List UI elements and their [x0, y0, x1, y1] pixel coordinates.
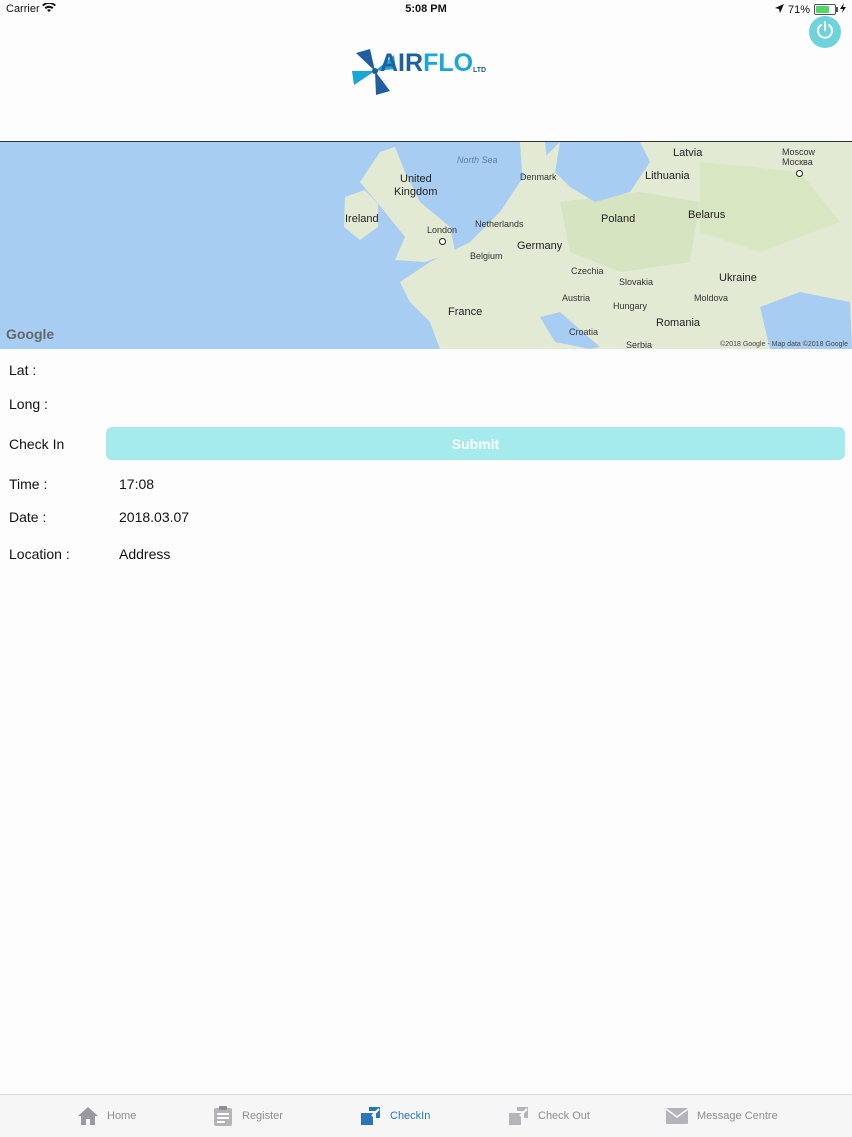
power-icon — [815, 20, 835, 45]
tab-label: Home — [107, 1110, 137, 1122]
tab-label: CheckIn — [390, 1110, 431, 1122]
tab-home[interactable]: Home — [77, 1095, 136, 1137]
submit-button[interactable]: Submit — [106, 427, 845, 460]
map-label: Croatia — [569, 327, 599, 337]
location-label: Location : — [9, 546, 70, 562]
clock-time: 5:08 PM — [405, 3, 447, 15]
map-label: France — [448, 306, 483, 318]
map-label: Serbia — [626, 340, 653, 349]
map-label: Москва — [782, 157, 813, 167]
map-label: Hungary — [613, 301, 648, 311]
google-logo: Google — [6, 326, 55, 342]
map-attribution[interactable]: ©2018 Google - Map data ©2018 Google — [720, 341, 848, 348]
map-label: London — [427, 225, 458, 235]
home-icon — [77, 1106, 99, 1126]
date-value: 2018.03.07 — [119, 509, 190, 525]
map-label: Slovakia — [619, 277, 654, 287]
city-dot-icon — [796, 170, 803, 177]
envelope-icon — [665, 1107, 689, 1125]
map-label: Belgium — [470, 251, 503, 261]
map-label: Germany — [517, 240, 563, 252]
location-arrow-icon — [774, 3, 784, 16]
map-label: Ireland — [345, 213, 379, 225]
map-label: Moscow — [782, 147, 816, 157]
long-label: Long : — [9, 396, 48, 412]
map-label: Czechia — [571, 266, 604, 276]
tab-message-centre[interactable]: Message Centre — [665, 1095, 778, 1137]
map-label: United — [400, 173, 432, 185]
airflo-logo: AIRFLO LTD — [350, 45, 505, 97]
tab-register[interactable]: Register — [212, 1095, 283, 1137]
tab-checkout[interactable]: Check Out — [508, 1095, 590, 1137]
tab-checkin[interactable]: CheckIn — [360, 1095, 430, 1137]
checkout-icon — [508, 1105, 530, 1127]
map-label: Lithuania — [645, 170, 690, 182]
map-label: Poland — [601, 213, 636, 225]
checkin-label: Check In — [9, 436, 65, 452]
logo-wordmark: AIRFLO — [380, 49, 474, 77]
tab-bar: Home Register CheckIn Check Out Message … — [0, 1094, 852, 1137]
charging-bolt-icon — [840, 3, 846, 16]
checkin-icon — [360, 1105, 382, 1127]
time-label: Time : — [9, 476, 48, 492]
map-label: Belarus — [688, 209, 726, 221]
map-label: North Sea — [457, 155, 498, 165]
map-label: Moldova — [694, 293, 729, 303]
map-label: Romania — [656, 317, 701, 329]
map-label: Austria — [562, 293, 591, 303]
status-bar: Carrier 5:08 PM 71% — [0, 0, 852, 18]
clipboard-icon — [212, 1105, 234, 1127]
date-label: Date : — [9, 509, 47, 525]
map-label: Denmark — [520, 172, 557, 182]
location-value: Address — [119, 546, 171, 562]
tab-label: Check Out — [538, 1110, 590, 1122]
map-label: Latvia — [673, 147, 703, 159]
map-label: Kingdom — [394, 186, 438, 198]
power-button[interactable] — [809, 16, 841, 48]
tab-label: Register — [242, 1110, 283, 1122]
map-view[interactable]: North Sea Latvia Moscow Москва United Ki… — [0, 142, 852, 349]
battery-percent: 71% — [787, 3, 810, 16]
status-right: 71% — [774, 3, 846, 16]
city-dot-icon — [439, 238, 446, 245]
map-label: Netherlands — [475, 219, 524, 229]
time-value: 17:08 — [119, 476, 155, 492]
battery-icon — [814, 4, 838, 15]
logo-ltd: LTD — [473, 67, 487, 74]
lat-label: Lat : — [9, 362, 37, 378]
tab-label: Message Centre — [697, 1110, 778, 1122]
map-label: Ukraine — [719, 272, 757, 284]
